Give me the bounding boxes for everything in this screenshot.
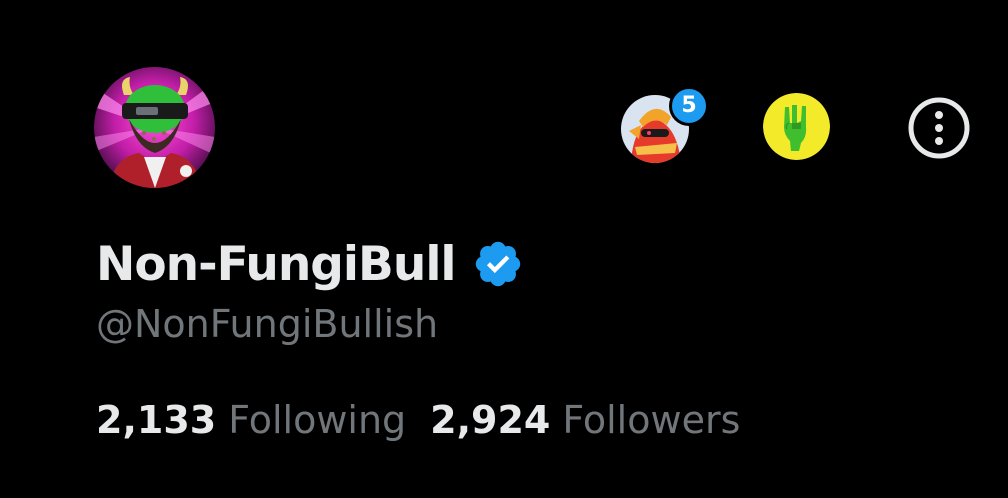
profile-avatar[interactable] — [94, 67, 215, 188]
story-count-badge: 5 — [669, 86, 709, 126]
more-options-icon — [908, 97, 970, 159]
followers-label: Followers — [562, 398, 741, 442]
followers-count: 2,924 — [430, 398, 551, 442]
following-label: Following — [228, 398, 407, 442]
bull-avatar-image — [94, 67, 215, 188]
rock-hand-icon — [763, 93, 830, 160]
verified-badge-icon[interactable] — [472, 238, 524, 290]
following-count: 2,133 — [96, 398, 217, 442]
following-link[interactable]: 2,133 Following — [96, 398, 406, 442]
story-avatar-button[interactable]: 5 — [621, 86, 709, 163]
more-options-button[interactable] — [907, 96, 971, 160]
display-name-row: Non-FungiBull — [96, 232, 524, 296]
followers-link[interactable]: 2,924 Followers — [430, 398, 740, 442]
display-name: Non-FungiBull — [96, 236, 457, 292]
community-avatar-button[interactable] — [763, 93, 830, 160]
user-handle: @NonFungiBullish — [96, 302, 439, 346]
follow-stats: 2,133 Following 2,924 Followers — [96, 398, 740, 442]
profile-header: 5 Non-FungiBull @NonFungiBullish 2,133 F… — [0, 0, 1008, 498]
